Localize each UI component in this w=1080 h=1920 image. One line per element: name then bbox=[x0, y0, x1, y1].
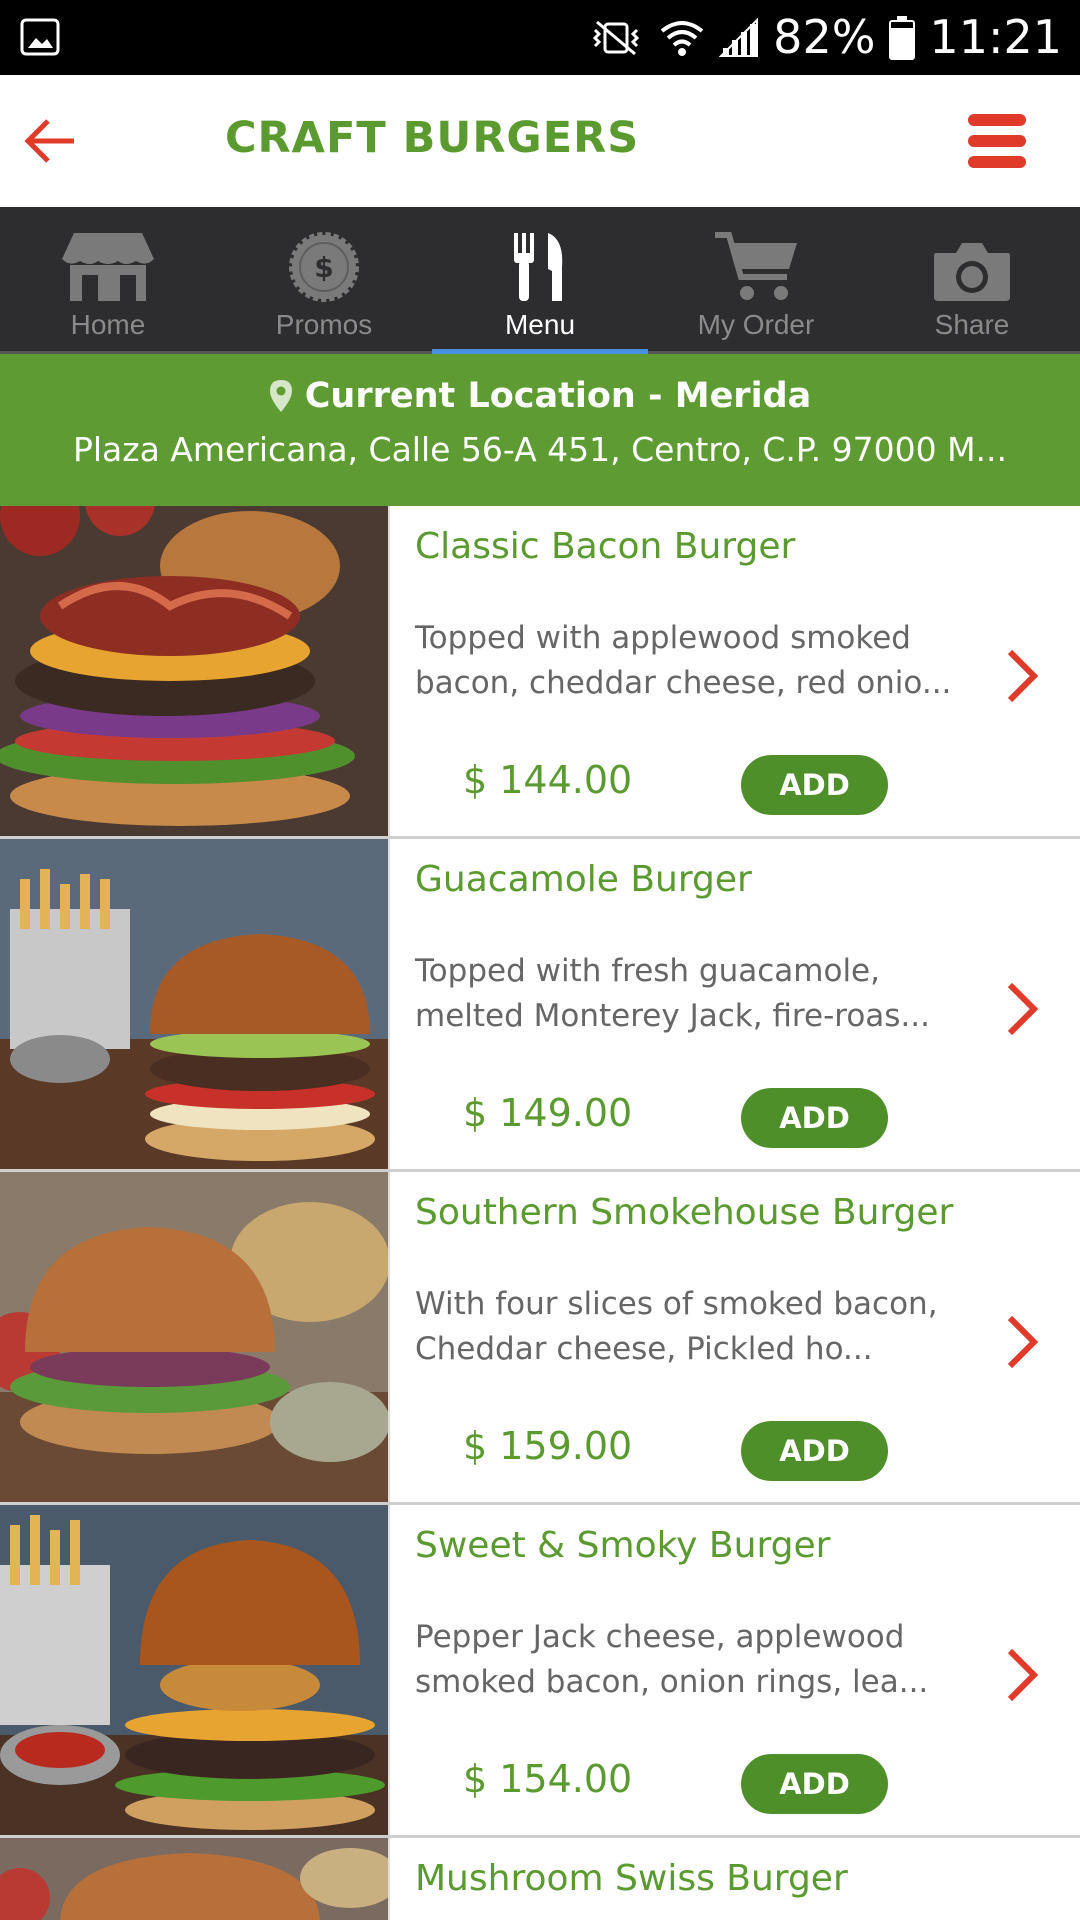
tab-label: Promos bbox=[275, 309, 373, 340]
tab-home[interactable]: Home bbox=[0, 207, 216, 351]
chevron-right-icon[interactable] bbox=[1004, 981, 1040, 1037]
item-name: Southern Smokehouse Burger bbox=[415, 1192, 954, 1233]
wifi-icon bbox=[660, 20, 704, 56]
arrow-left-icon bbox=[24, 119, 74, 163]
store-icon bbox=[62, 233, 154, 301]
item-name: Mushroom Swiss Burger bbox=[415, 1858, 848, 1899]
add-button[interactable]: ADD bbox=[741, 1754, 888, 1814]
chevron-right-icon[interactable] bbox=[1004, 1314, 1040, 1370]
tab-label: Menu bbox=[504, 309, 576, 340]
add-button[interactable]: ADD bbox=[741, 755, 888, 815]
menu-list: Classic Bacon Burger Topped with applewo… bbox=[0, 506, 1080, 1920]
battery-icon bbox=[889, 15, 916, 60]
location-address: Plaza Americana, Calle 56-A 451, Centro,… bbox=[72, 430, 1008, 469]
item-name: Sweet & Smoky Burger bbox=[415, 1525, 831, 1566]
camera-icon bbox=[934, 243, 1010, 301]
item-description: Topped with applewood smoked bacon, ched… bbox=[415, 620, 952, 701]
chevron-right-icon[interactable] bbox=[1004, 648, 1040, 704]
add-button[interactable]: ADD bbox=[741, 1088, 888, 1148]
tab-label: Home bbox=[70, 309, 146, 340]
item-name: Classic Bacon Burger bbox=[415, 526, 796, 567]
burger-photo bbox=[0, 839, 390, 1169]
tab-promos[interactable]: $ Promos bbox=[216, 207, 432, 351]
burger-photo bbox=[0, 506, 390, 836]
gallery-icon bbox=[20, 18, 60, 56]
burger-photo bbox=[0, 1838, 390, 1920]
page-title: CRAFT BURGERS bbox=[225, 113, 640, 163]
menu-item[interactable]: Guacamole Burger Topped with fresh guaca… bbox=[0, 839, 1080, 1172]
tab-label: Share bbox=[934, 309, 1010, 340]
menu-item[interactable]: Sweet & Smoky Burger Pepper Jack cheese,… bbox=[0, 1505, 1080, 1838]
tab-menu[interactable]: Menu bbox=[432, 207, 648, 354]
location-title: Current Location - Merida bbox=[304, 376, 812, 416]
location-banner[interactable]: Current Location - Merida Plaza American… bbox=[0, 354, 1080, 506]
app-bar: CRAFT BURGERS bbox=[0, 75, 1080, 207]
item-price: $ 149.00 bbox=[463, 1091, 633, 1135]
menu-item[interactable]: Mushroom Swiss Burger bbox=[0, 1838, 1080, 1920]
item-description: With four slices of smoked bacon, Chedda… bbox=[415, 1286, 938, 1367]
tab-bar: Home $ Promos Menu My Order Share bbox=[0, 207, 1080, 354]
menu-item[interactable]: Classic Bacon Burger Topped with applewo… bbox=[0, 506, 1080, 839]
menu-item[interactable]: Southern Smokehouse Burger With four sli… bbox=[0, 1172, 1080, 1505]
hamburger-menu-icon[interactable] bbox=[968, 112, 1028, 170]
item-description: Pepper Jack cheese, applewood smoked bac… bbox=[415, 1619, 929, 1700]
svg-text:$: $ bbox=[314, 251, 333, 284]
battery-percent: 82% bbox=[773, 10, 876, 64]
status-bar: 82% 11:21 bbox=[0, 0, 1080, 75]
burger-photo bbox=[0, 1505, 390, 1835]
promo-badge-icon: $ bbox=[289, 232, 359, 302]
signal-icon bbox=[719, 17, 759, 57]
item-name: Guacamole Burger bbox=[415, 859, 752, 900]
item-price: $ 154.00 bbox=[463, 1757, 633, 1801]
item-price: $ 159.00 bbox=[463, 1424, 633, 1468]
item-description: Topped with fresh guacamole, melted Mont… bbox=[415, 953, 930, 1034]
map-pin-icon bbox=[269, 380, 292, 412]
back-button[interactable] bbox=[20, 111, 80, 171]
clock: 11:21 bbox=[929, 10, 1062, 64]
tab-my-order[interactable]: My Order bbox=[648, 207, 864, 351]
fork-knife-icon bbox=[514, 233, 563, 301]
burger-photo bbox=[0, 1172, 390, 1502]
tab-label: My Order bbox=[697, 309, 815, 340]
item-price: $ 144.00 bbox=[463, 758, 633, 802]
chevron-right-icon[interactable] bbox=[1004, 1647, 1040, 1703]
cart-icon bbox=[715, 232, 797, 300]
add-button[interactable]: ADD bbox=[741, 1421, 888, 1481]
vibrate-mute-icon bbox=[593, 20, 640, 55]
tab-share[interactable]: Share bbox=[864, 207, 1080, 351]
